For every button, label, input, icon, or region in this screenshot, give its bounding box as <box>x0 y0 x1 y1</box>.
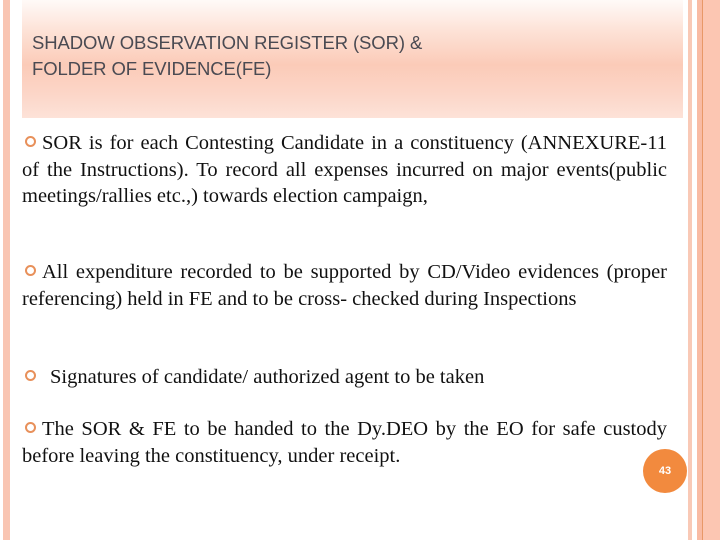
slide-title-line-1: SHADOW OBSERVATION REGISTER (SOR) & <box>32 32 423 53</box>
slide-title-line-2: FOLDER OF EVIDENCE(FE) <box>32 58 272 79</box>
hollow-circle-bullet-icon <box>25 136 36 147</box>
slide-title: SHADOW OBSERVATION REGISTER (SOR) & FOLD… <box>32 30 632 82</box>
bullet-text: The SOR & FE to be handed to the Dy.DEO … <box>22 418 667 467</box>
right-decorative-stripe <box>688 0 692 540</box>
hollow-circle-bullet-icon <box>25 370 36 381</box>
hollow-circle-bullet-icon <box>25 422 36 433</box>
bullet-item: The SOR & FE to be handed to the Dy.DEO … <box>22 416 667 469</box>
bullet-text: SOR is for each Contesting Candidate in … <box>22 132 667 207</box>
right-decorative-line <box>702 0 703 540</box>
bullet-item: Signatures of candidate/ authorized agen… <box>22 364 667 391</box>
bullet-item: All expenditure recorded to be supported… <box>22 259 667 312</box>
hollow-circle-bullet-icon <box>25 265 36 276</box>
page-number-badge: 43 <box>643 449 687 493</box>
bullet-text: Signatures of candidate/ authorized agen… <box>50 366 485 388</box>
bullet-text: All expenditure recorded to be supported… <box>22 261 667 310</box>
left-decorative-border <box>3 0 10 540</box>
bullet-item: SOR is for each Contesting Candidate in … <box>22 130 667 210</box>
